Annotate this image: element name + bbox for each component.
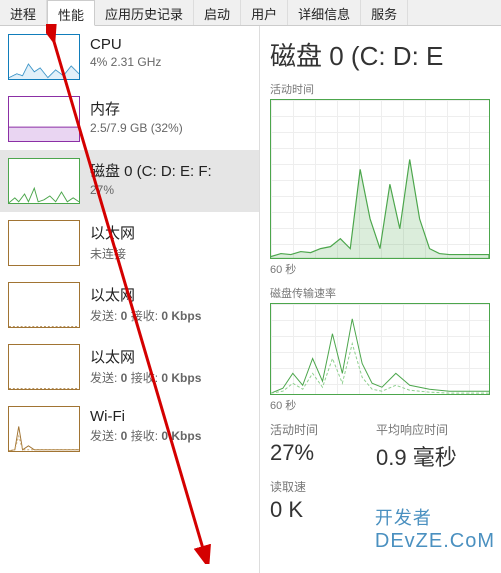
eth1-sparkline [8,282,80,328]
memory-title: 内存 [90,98,183,119]
activity-chart-label: 活动时间 [270,81,501,97]
disk-title: 磁盘 0 (C: D: E: F: [90,160,212,181]
eth0-sparkline [8,220,80,266]
sidebar-item-ethernet-2[interactable]: 以太网 发送: 0 接收: 0 Kbps [0,336,259,398]
memory-sparkline [8,96,80,142]
tab-services[interactable]: 服务 [361,0,408,25]
stat-latency-value: 0.9 毫秒 [376,440,457,472]
tab-users[interactable]: 用户 [241,0,288,25]
memory-sub: 2.5/7.9 GB (32%) [90,121,183,135]
sidebar-item-wifi[interactable]: Wi-Fi 发送: 0 接收: 0 Kbps [0,398,259,460]
sidebar-item-memory[interactable]: 内存 2.5/7.9 GB (32%) [0,88,259,150]
sidebar-item-cpu[interactable]: CPU 4% 2.31 GHz [0,26,259,88]
tab-details[interactable]: 详细信息 [288,0,361,25]
eth2-sub: 发送: 0 接收: 0 Kbps [90,369,201,386]
transfer-chart [270,303,490,395]
tab-bar: 进程 性能 应用历史记录 启动 用户 详细信息 服务 [0,0,501,26]
activity-axis-note: 60 秒 [270,261,501,277]
sidebar-item-disk0[interactable]: 磁盘 0 (C: D: E: F: 27% [0,150,259,212]
wifi-sub: 发送: 0 接收: 0 Kbps [90,427,201,444]
eth2-title: 以太网 [90,346,201,367]
tab-processes[interactable]: 进程 [0,0,47,25]
disk-sub: 27% [90,183,212,197]
eth2-sparkline [8,344,80,390]
tab-app-history[interactable]: 应用历史记录 [95,0,194,25]
sidebar-item-ethernet-1[interactable]: 以太网 发送: 0 接收: 0 Kbps [0,274,259,336]
stat-read-value: 0 K [270,497,350,523]
eth0-sub: 未连接 [90,245,135,262]
wifi-title: Wi-Fi [90,408,201,425]
transfer-axis-note: 60 秒 [270,397,501,413]
stat-row-1: 活动时间 27% 平均响应时间 0.9 毫秒 [270,421,501,472]
disk-sparkline [8,158,80,204]
stat-latency-label: 平均响应时间 [376,421,457,438]
stat-read-label: 读取速 [270,478,350,495]
cpu-sub: 4% 2.31 GHz [90,55,161,69]
stat-active-value: 27% [270,440,350,466]
eth1-title: 以太网 [90,284,201,305]
cpu-title: CPU [90,36,161,53]
sidebar-item-ethernet-0[interactable]: 以太网 未连接 [0,212,259,274]
wifi-sparkline [8,406,80,452]
cpu-sparkline [8,34,80,80]
eth0-title: 以太网 [90,222,135,243]
tab-startup[interactable]: 启动 [194,0,241,25]
resource-sidebar: CPU 4% 2.31 GHz 内存 2.5/7.9 GB (32%) [0,26,260,573]
stat-active-label: 活动时间 [270,421,350,438]
detail-pane: 磁盘 0 (C: D: E 活动时间 60 秒 磁盘传输速率 60 秒 活动时间… [260,26,501,573]
tab-performance[interactable]: 性能 [47,0,95,26]
activity-chart [270,99,490,259]
transfer-chart-label: 磁盘传输速率 [270,285,501,301]
eth1-sub: 发送: 0 接收: 0 Kbps [90,307,201,324]
detail-title: 磁盘 0 (C: D: E [270,36,501,73]
stat-row-2: 读取速 0 K [270,478,501,523]
